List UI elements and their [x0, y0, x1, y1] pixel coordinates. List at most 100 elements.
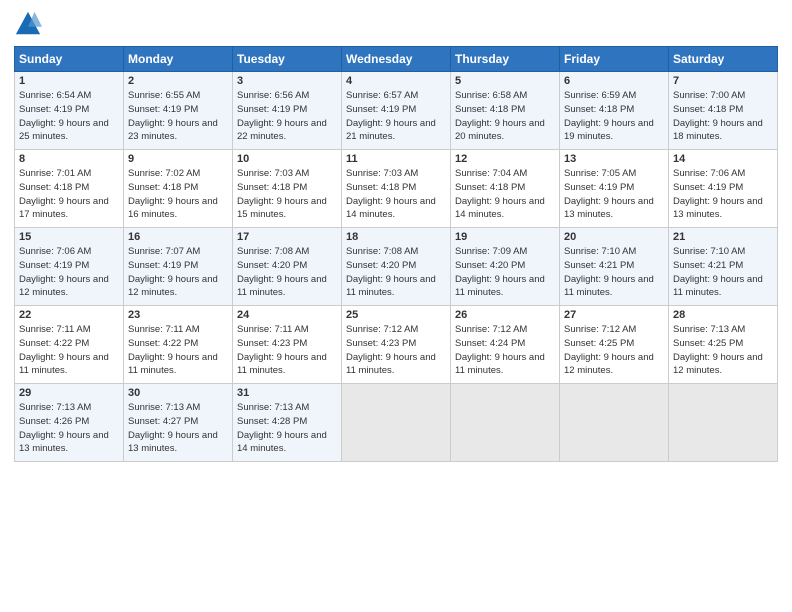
- day-info: Sunrise: 7:02 AMSunset: 4:18 PMDaylight:…: [128, 167, 228, 222]
- calendar-week-row: 29Sunrise: 7:13 AMSunset: 4:26 PMDayligh…: [15, 384, 778, 462]
- calendar-cell: 26 Sunrise: 7:12 AMSunset: 4:24 PMDayligh…: [451, 306, 560, 384]
- calendar-cell: 28 Sunrise: 7:13 AMSunset: 4:25 PMDayligh…: [669, 306, 778, 384]
- header-day: Friday: [560, 47, 669, 72]
- day-info: Sunrise: 7:11 AMSunset: 4:23 PMDaylight:…: [237, 323, 337, 378]
- day-number: 26: [455, 309, 555, 321]
- day-number: 31: [237, 387, 337, 399]
- calendar-cell: 15 Sunrise: 7:06 AMSunset: 4:19 PMDayligh…: [15, 228, 124, 306]
- calendar-table: SundayMondayTuesdayWednesdayThursdayFrid…: [14, 46, 778, 462]
- calendar-cell: 7Sunrise: 7:00 AMSunset: 4:18 PMDaylight…: [669, 72, 778, 150]
- day-info: Sunrise: 6:59 AMSunset: 4:18 PMDaylight:…: [564, 89, 664, 144]
- header-day: Thursday: [451, 47, 560, 72]
- calendar-week-row: 8 Sunrise: 7:01 AMSunset: 4:18 PMDaylight…: [15, 150, 778, 228]
- day-info: Sunrise: 7:10 AMSunset: 4:21 PMDaylight:…: [673, 245, 773, 300]
- calendar-body: 1 Sunrise: 6:54 AMSunset: 4:19 PMDaylight…: [15, 72, 778, 462]
- calendar-cell: 29Sunrise: 7:13 AMSunset: 4:26 PMDayligh…: [15, 384, 124, 462]
- day-info: Sunrise: 7:01 AMSunset: 4:18 PMDaylight:…: [19, 167, 119, 222]
- calendar-cell: 31 Sunrise: 7:13 AMSunset: 4:28 PMDayligh…: [233, 384, 342, 462]
- calendar-cell: [560, 384, 669, 462]
- day-number: 2: [128, 75, 228, 87]
- calendar-cell: 30 Sunrise: 7:13 AMSunset: 4:27 PMDayligh…: [124, 384, 233, 462]
- calendar-cell: [342, 384, 451, 462]
- day-info: Sunrise: 7:08 AMSunset: 4:20 PMDaylight:…: [237, 245, 337, 300]
- logo-icon: [14, 10, 42, 38]
- day-number: 11: [346, 153, 446, 165]
- day-number: 22: [19, 309, 119, 321]
- day-info: Sunrise: 6:54 AMSunset: 4:19 PMDaylight:…: [19, 89, 119, 144]
- header-day: Saturday: [669, 47, 778, 72]
- day-info: Sunrise: 7:06 AMSunset: 4:19 PMDaylight:…: [19, 245, 119, 300]
- day-info: Sunrise: 7:05 AMSunset: 4:19 PMDaylight:…: [564, 167, 664, 222]
- day-number: 6: [564, 75, 664, 87]
- header-row: SundayMondayTuesdayWednesdayThursdayFrid…: [15, 47, 778, 72]
- header-day: Wednesday: [342, 47, 451, 72]
- day-number: 8: [19, 153, 119, 165]
- day-info: Sunrise: 7:03 AMSunset: 4:18 PMDaylight:…: [346, 167, 446, 222]
- day-number: 4: [346, 75, 446, 87]
- calendar-cell: 14 Sunrise: 7:06 AMSunset: 4:19 PMDayligh…: [669, 150, 778, 228]
- day-info: Sunrise: 6:58 AMSunset: 4:18 PMDaylight:…: [455, 89, 555, 144]
- day-info: Sunrise: 7:00 AMSunset: 4:18 PMDaylight:…: [673, 89, 773, 144]
- day-info: Sunrise: 6:55 AMSunset: 4:19 PMDaylight:…: [128, 89, 228, 144]
- header: [14, 10, 778, 38]
- day-info: Sunrise: 6:56 AMSunset: 4:19 PMDaylight:…: [237, 89, 337, 144]
- day-info: Sunrise: 7:08 AMSunset: 4:20 PMDaylight:…: [346, 245, 446, 300]
- day-info: Sunrise: 6:57 AMSunset: 4:19 PMDaylight:…: [346, 89, 446, 144]
- header-day: Tuesday: [233, 47, 342, 72]
- calendar-cell: 18Sunrise: 7:08 AMSunset: 4:20 PMDayligh…: [342, 228, 451, 306]
- day-info: Sunrise: 7:04 AMSunset: 4:18 PMDaylight:…: [455, 167, 555, 222]
- calendar-cell: 10Sunrise: 7:03 AMSunset: 4:18 PMDayligh…: [233, 150, 342, 228]
- day-number: 29: [19, 387, 119, 399]
- day-number: 25: [346, 309, 446, 321]
- calendar-cell: 20Sunrise: 7:10 AMSunset: 4:21 PMDayligh…: [560, 228, 669, 306]
- calendar-cell: [451, 384, 560, 462]
- header-day: Monday: [124, 47, 233, 72]
- day-number: 9: [128, 153, 228, 165]
- calendar-week-row: 1 Sunrise: 6:54 AMSunset: 4:19 PMDaylight…: [15, 72, 778, 150]
- calendar-cell: 2 Sunrise: 6:55 AMSunset: 4:19 PMDaylight…: [124, 72, 233, 150]
- day-number: 3: [237, 75, 337, 87]
- day-number: 19: [455, 231, 555, 243]
- calendar-cell: 22 Sunrise: 7:11 AMSunset: 4:22 PMDayligh…: [15, 306, 124, 384]
- day-number: 23: [128, 309, 228, 321]
- calendar-cell: 6 Sunrise: 6:59 AMSunset: 4:18 PMDaylight…: [560, 72, 669, 150]
- calendar-cell: 4 Sunrise: 6:57 AMSunset: 4:19 PMDaylight…: [342, 72, 451, 150]
- logo: [14, 10, 46, 38]
- calendar-cell: 27 Sunrise: 7:12 AMSunset: 4:25 PMDayligh…: [560, 306, 669, 384]
- calendar-cell: 23 Sunrise: 7:11 AMSunset: 4:22 PMDayligh…: [124, 306, 233, 384]
- day-info: Sunrise: 7:10 AMSunset: 4:21 PMDaylight:…: [564, 245, 664, 300]
- day-info: Sunrise: 7:06 AMSunset: 4:19 PMDaylight:…: [673, 167, 773, 222]
- calendar-cell: 13Sunrise: 7:05 AMSunset: 4:19 PMDayligh…: [560, 150, 669, 228]
- day-info: Sunrise: 7:13 AMSunset: 4:27 PMDaylight:…: [128, 401, 228, 456]
- day-info: Sunrise: 7:11 AMSunset: 4:22 PMDaylight:…: [19, 323, 119, 378]
- day-info: Sunrise: 7:12 AMSunset: 4:24 PMDaylight:…: [455, 323, 555, 378]
- calendar-week-row: 22 Sunrise: 7:11 AMSunset: 4:22 PMDayligh…: [15, 306, 778, 384]
- page: SundayMondayTuesdayWednesdayThursdayFrid…: [0, 0, 792, 612]
- calendar-cell: 1 Sunrise: 6:54 AMSunset: 4:19 PMDaylight…: [15, 72, 124, 150]
- day-info: Sunrise: 7:13 AMSunset: 4:28 PMDaylight:…: [237, 401, 337, 456]
- day-info: Sunrise: 7:13 AMSunset: 4:25 PMDaylight:…: [673, 323, 773, 378]
- day-number: 28: [673, 309, 773, 321]
- day-number: 15: [19, 231, 119, 243]
- day-info: Sunrise: 7:12 AMSunset: 4:25 PMDaylight:…: [564, 323, 664, 378]
- calendar-cell: 3 Sunrise: 6:56 AMSunset: 4:19 PMDaylight…: [233, 72, 342, 150]
- day-number: 24: [237, 309, 337, 321]
- day-number: 1: [19, 75, 119, 87]
- day-number: 30: [128, 387, 228, 399]
- day-number: 27: [564, 309, 664, 321]
- calendar-cell: 21 Sunrise: 7:10 AMSunset: 4:21 PMDayligh…: [669, 228, 778, 306]
- day-number: 5: [455, 75, 555, 87]
- calendar-cell: 8 Sunrise: 7:01 AMSunset: 4:18 PMDaylight…: [15, 150, 124, 228]
- day-info: Sunrise: 7:11 AMSunset: 4:22 PMDaylight:…: [128, 323, 228, 378]
- day-number: 16: [128, 231, 228, 243]
- day-number: 14: [673, 153, 773, 165]
- calendar-cell: 5 Sunrise: 6:58 AMSunset: 4:18 PMDaylight…: [451, 72, 560, 150]
- calendar-cell: 17 Sunrise: 7:08 AMSunset: 4:20 PMDayligh…: [233, 228, 342, 306]
- calendar-cell: 24 Sunrise: 7:11 AMSunset: 4:23 PMDayligh…: [233, 306, 342, 384]
- day-info: Sunrise: 7:12 AMSunset: 4:23 PMDaylight:…: [346, 323, 446, 378]
- day-number: 21: [673, 231, 773, 243]
- day-info: Sunrise: 7:09 AMSunset: 4:20 PMDaylight:…: [455, 245, 555, 300]
- calendar-cell: 11 Sunrise: 7:03 AMSunset: 4:18 PMDayligh…: [342, 150, 451, 228]
- day-number: 17: [237, 231, 337, 243]
- header-day: Sunday: [15, 47, 124, 72]
